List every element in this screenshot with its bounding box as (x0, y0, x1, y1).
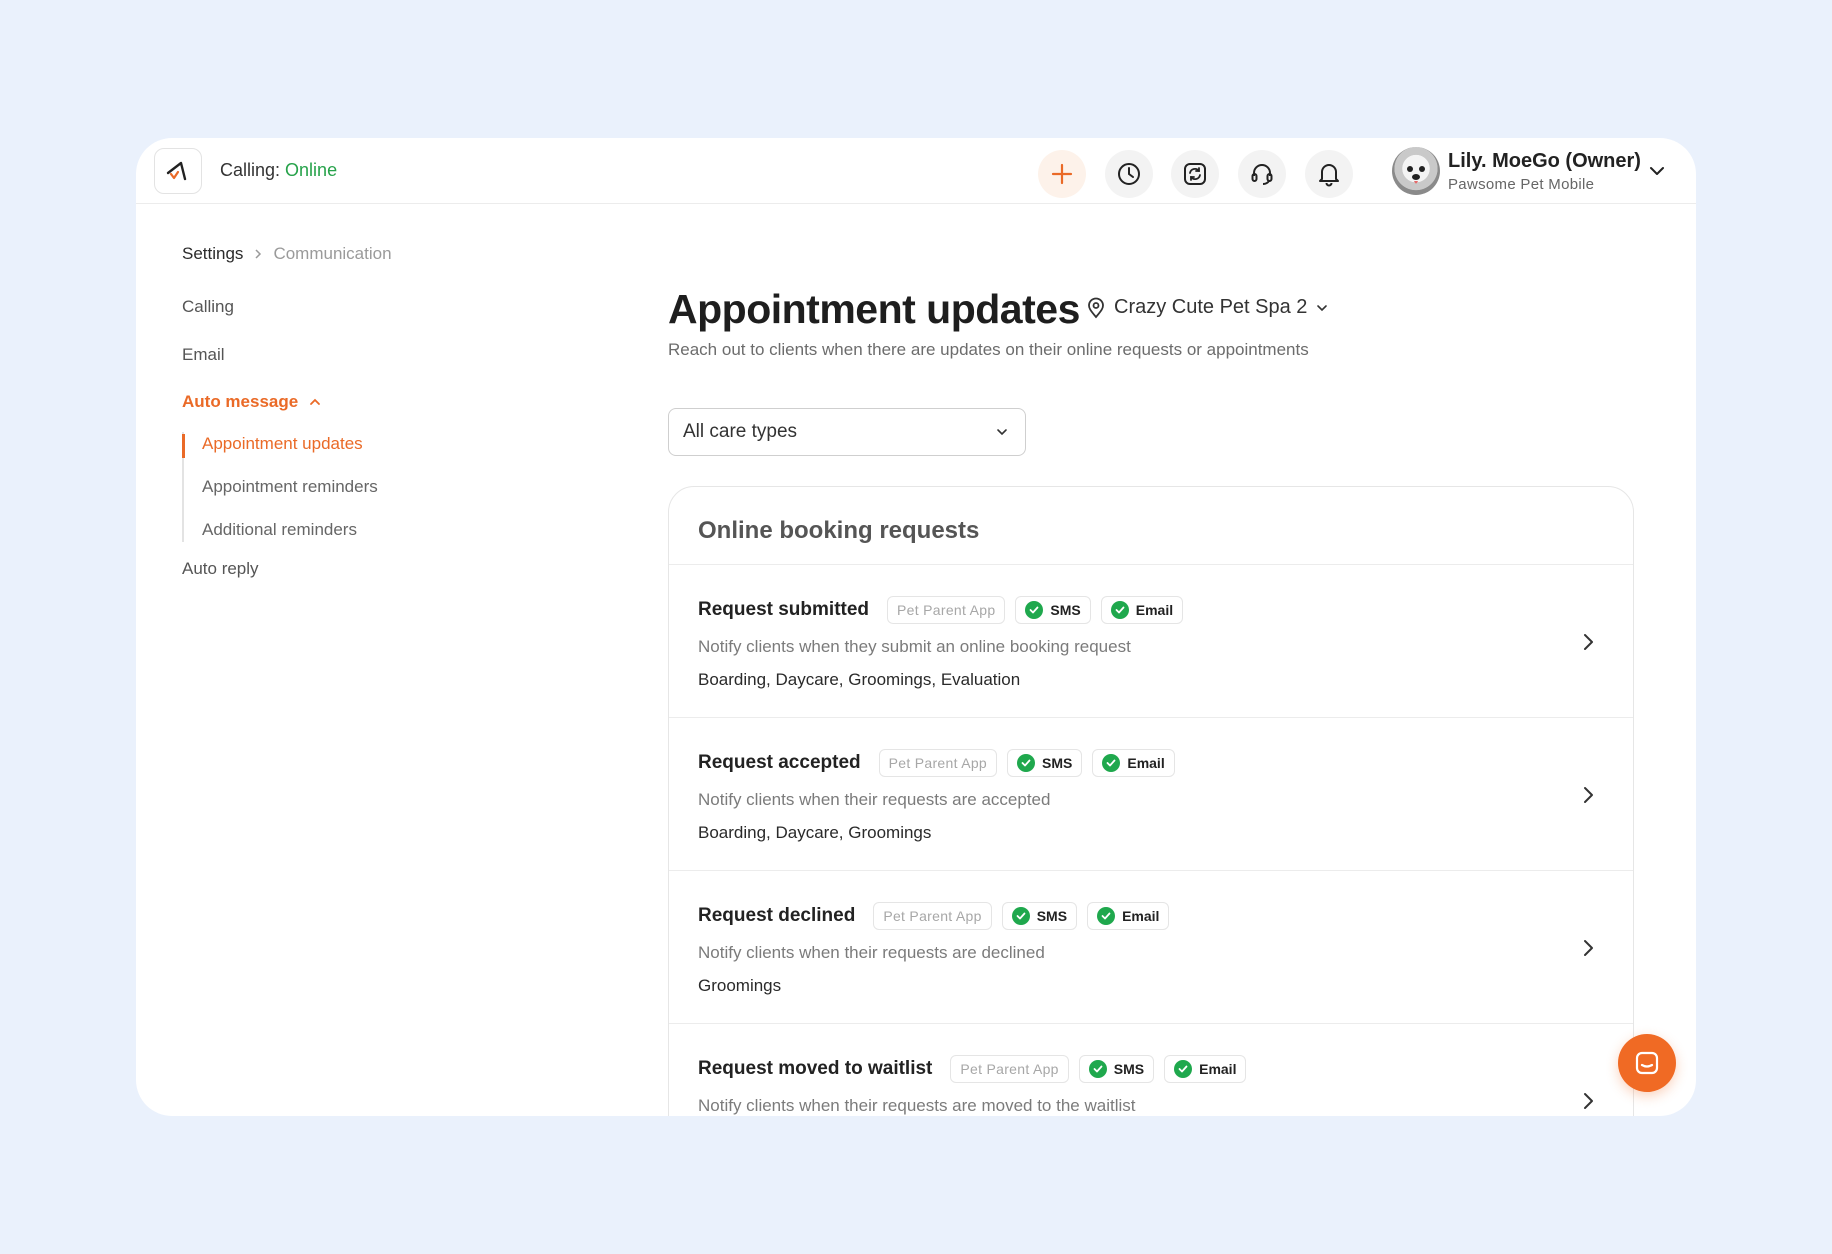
check-icon (1025, 601, 1044, 619)
row-title: Request accepted (698, 752, 861, 773)
notification-row-request-declined[interactable]: Request declined Pet Parent App SMS Emai… (669, 871, 1633, 1024)
channel-label: SMS (1050, 602, 1081, 618)
row-title: Request moved to waitlist (698, 1058, 933, 1079)
clock-icon (1118, 163, 1140, 185)
top-bar: Calling: Online Lily. MoeGo (Owner) Paws… (136, 138, 1696, 204)
notification-row-request-accepted[interactable]: Request accepted Pet Parent App SMS Emai… (669, 718, 1633, 871)
active-indicator (182, 434, 185, 458)
channel-label: Email (1199, 1061, 1237, 1077)
sync-icon (1184, 163, 1206, 185)
check-icon (1102, 754, 1121, 772)
chevron-right-icon[interactable] (1579, 937, 1597, 959)
sidebar-item-auto-message[interactable]: Auto message (182, 392, 322, 412)
channel-sms-chip: SMS (1078, 1055, 1155, 1083)
row-description: Notify clients when they submit an onlin… (698, 637, 1131, 656)
channel-label: SMS (1042, 755, 1073, 771)
location-selector[interactable]: Crazy Cute Pet Spa 2 (1086, 296, 1329, 319)
location-pin-icon (1088, 297, 1104, 318)
care-type-value: All care types (683, 421, 798, 442)
check-icon (1110, 601, 1129, 619)
row-care-types: Boarding, Daycare, Groomings, Evaluation (698, 670, 1021, 689)
notification-row-request-submitted[interactable]: Request submitted Pet Parent App SMS Ema… (669, 565, 1633, 718)
chevron-right-icon[interactable] (1579, 1090, 1597, 1112)
chevron-up-icon (310, 398, 321, 405)
page-description: Reach out to clients when there are upda… (668, 340, 1309, 359)
channel-app-chip: Pet Parent App (873, 902, 992, 930)
notification-row-request-moved-to-waitlist[interactable]: Request moved to waitlist Pet Parent App… (669, 1024, 1633, 1116)
plus-icon (1051, 163, 1073, 185)
location-name: Crazy Cute Pet Spa 2 (1114, 296, 1308, 318)
channel-label: Email (1127, 755, 1165, 771)
online-booking-card: Online booking requests Request submitte… (668, 486, 1634, 1116)
page-title: Appointment updates (668, 286, 1080, 332)
channel-sms-chip: SMS (1015, 596, 1091, 624)
support-button[interactable] (1238, 150, 1286, 198)
bell-icon (1319, 164, 1339, 187)
sidebar-item-appointment-reminders[interactable]: Appointment reminders (202, 477, 378, 497)
channel-label: SMS (1113, 1061, 1145, 1077)
row-description: Notify clients when their requests are d… (698, 943, 1045, 962)
row-care-types: Boarding, Daycare, Groomings (698, 823, 932, 842)
channel-sms-chip: SMS (1001, 902, 1078, 930)
breadcrumb-settings[interactable]: Settings (182, 244, 243, 264)
check-icon (1011, 907, 1030, 925)
check-icon (1017, 754, 1036, 772)
avatar[interactable] (1392, 147, 1440, 195)
chevron-down-icon (1317, 304, 1328, 311)
chevron-right-icon[interactable] (1579, 784, 1597, 806)
sidebar-item-email[interactable]: Email (182, 345, 225, 365)
channel-label: Email (1135, 602, 1174, 618)
chevron-right-icon[interactable] (1579, 631, 1597, 653)
channel-email-chip: Email (1100, 596, 1184, 624)
logo-icon[interactable] (154, 148, 202, 194)
history-button[interactable] (1105, 150, 1153, 198)
sidebar-item-additional-reminders[interactable]: Additional reminders (202, 520, 357, 540)
check-icon (1088, 1060, 1107, 1078)
channel-email-chip: Email (1164, 1055, 1247, 1083)
notifications-button[interactable] (1305, 150, 1353, 198)
app-window: Calling: Online Lily. MoeGo (Owner) Paws… (136, 138, 1696, 1116)
sidebar-item-auto-reply[interactable]: Auto reply (182, 559, 259, 579)
chevron-down-icon (1650, 167, 1664, 175)
channel-app-chip: Pet Parent App (878, 749, 998, 777)
calling-status[interactable]: Calling: Online (220, 160, 337, 181)
sidebar-item-appointment-updates[interactable]: Appointment updates (202, 434, 363, 454)
row-title: Request declined (698, 905, 856, 926)
sidebar-item-calling[interactable]: Calling (182, 297, 234, 317)
channel-label: SMS (1036, 908, 1068, 924)
calling-status-value: Online (285, 160, 338, 180)
channel-email-chip: Email (1087, 902, 1170, 930)
care-type-select[interactable]: All care types (668, 408, 1026, 456)
chat-icon (1635, 1051, 1659, 1075)
row-care-types: Groomings (698, 976, 782, 995)
sync-button[interactable] (1171, 150, 1219, 198)
row-description: Notify clients when their requests are a… (698, 790, 1051, 809)
channel-app-chip: Pet Parent App (887, 596, 1006, 624)
auto-message-subnav: Appointment updates Appointment reminder… (182, 432, 442, 542)
add-button[interactable] (1038, 150, 1086, 198)
check-icon (1097, 907, 1116, 925)
section-title: Online booking requests (669, 487, 1633, 565)
check-icon (1174, 1060, 1193, 1078)
user-name[interactable]: Lily. MoeGo (Owner) (1448, 150, 1641, 173)
chevron-right-icon (255, 249, 262, 259)
calling-label: Calling: (220, 160, 281, 180)
chat-button[interactable] (1618, 1034, 1676, 1092)
sidebar-item-label: Auto message (182, 392, 299, 411)
row-description: Notify clients when their requests are m… (698, 1096, 1136, 1115)
channel-label: Email (1122, 908, 1160, 924)
channel-email-chip: Email (1092, 749, 1175, 777)
breadcrumb: Settings Communication (182, 244, 392, 264)
breadcrumb-communication: Communication (273, 244, 392, 263)
chevron-down-icon (997, 429, 1007, 436)
business-name: Pawsome Pet Mobile (1448, 176, 1595, 193)
account-menu-button[interactable] (1648, 162, 1666, 185)
channel-sms-chip: SMS (1007, 749, 1083, 777)
channel-app-chip: Pet Parent App (950, 1055, 1069, 1083)
row-title: Request submitted (698, 599, 870, 620)
headset-icon (1251, 164, 1273, 185)
